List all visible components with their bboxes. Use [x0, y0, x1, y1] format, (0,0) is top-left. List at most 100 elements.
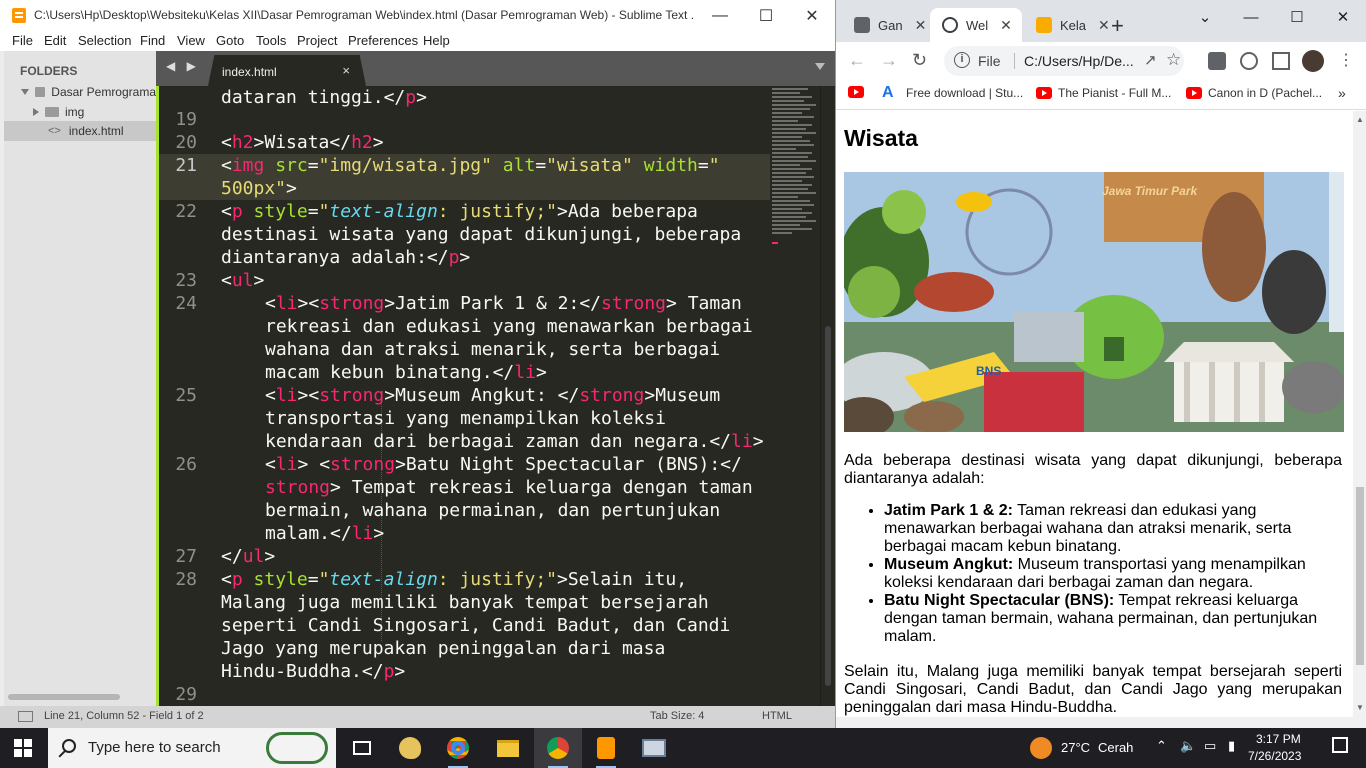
close-tab-icon[interactable]: ✕: [915, 17, 927, 34]
avatar[interactable]: [1302, 50, 1324, 72]
scroll-up-icon[interactable]: ▲: [1356, 115, 1364, 124]
file-explorer-icon[interactable]: [484, 728, 532, 768]
bookmark-item[interactable]: [848, 86, 870, 98]
star-icon[interactable]: ☆: [1166, 50, 1181, 70]
menu-file[interactable]: File: [12, 33, 33, 48]
info-icon[interactable]: i: [954, 52, 970, 68]
chrome-icon[interactable]: [434, 728, 482, 768]
close-tab-icon[interactable]: ✕: [1098, 17, 1110, 34]
sidebar-folder-img[interactable]: img: [4, 102, 156, 122]
bookmarks-overflow-icon[interactable]: »: [1338, 85, 1346, 101]
task-view-icon[interactable]: [338, 728, 386, 768]
chevron-up-icon[interactable]: ⌃: [1156, 738, 1167, 754]
menu-selection[interactable]: Selection: [78, 33, 131, 48]
menu-preferences[interactable]: Preferences: [348, 33, 418, 48]
tab-menu-icon[interactable]: [815, 63, 825, 70]
remote-desktop-icon[interactable]: [630, 728, 678, 768]
chevron-down-icon[interactable]: [21, 89, 29, 95]
line-number: 26: [175, 454, 197, 475]
back-icon[interactable]: ←: [848, 50, 866, 71]
code-line-current: 21 <img src="img/wisata.jpg" alt="wisata"…: [159, 154, 770, 200]
clock-time[interactable]: 3:17 PM: [1256, 732, 1301, 746]
menu-bar: File Edit Selection Find View Goto Tools…: [0, 31, 835, 51]
taskbar-search[interactable]: Type here to search: [48, 728, 336, 768]
scrollbar-thumb[interactable]: [1356, 487, 1364, 665]
battery-icon[interactable]: ▮: [1228, 738, 1235, 754]
panel-toggle-icon[interactable]: [18, 711, 33, 722]
volume-icon[interactable]: 🔈: [1180, 738, 1196, 754]
folder-icon: [45, 107, 59, 117]
menu-tools[interactable]: Tools: [256, 33, 286, 48]
code-line: 26 <li> <strong>Batu Night Spectacular (B…: [159, 453, 770, 476]
minimap[interactable]: [770, 86, 820, 706]
notification-icon[interactable]: [1332, 737, 1348, 753]
page-scrollbar[interactable]: ▲ ▼: [1353, 111, 1366, 717]
bookmark-item[interactable]: A Free download | Stu...: [882, 85, 1023, 101]
code-line: 25 <li><strong>Museum Angkut: </strong>Mu…: [159, 384, 770, 407]
tab-close-icon[interactable]: ×: [342, 63, 350, 78]
tab-search-icon[interactable]: ⌄: [1182, 4, 1228, 30]
clock-date[interactable]: 7/26/2023: [1248, 749, 1301, 763]
syntax-mode[interactable]: HTML: [762, 710, 792, 722]
scroll-down-icon[interactable]: ▼: [1356, 703, 1364, 712]
minimize-button[interactable]: —: [1228, 4, 1274, 30]
tab-size[interactable]: Tab Size: 4: [650, 710, 704, 722]
close-button[interactable]: ✕: [789, 0, 835, 31]
address-bar[interactable]: i File C:/Users/Hp/De... ↗: [944, 46, 1184, 76]
intro-paragraph: Ada beberapa destinasi wisata yang dapat…: [844, 452, 1342, 487]
code-editor[interactable]: dataran tinggi.</p> 19 20 <h2>Wisata</h2>…: [159, 86, 770, 706]
menu-find[interactable]: Find: [140, 33, 165, 48]
maximize-button[interactable]: ☐: [1274, 4, 1320, 30]
tab-nav-arrows-icon[interactable]: ◀ ▶: [166, 59, 200, 73]
sidebar-item-label: img: [65, 105, 85, 119]
menu-project[interactable]: Project: [297, 33, 337, 48]
code-line-wrap: wahana dan atraksi menarik, serta berbag…: [265, 339, 721, 360]
menu-edit[interactable]: Edit: [44, 33, 66, 48]
page-viewport[interactable]: Wisata Jawa Timur Park BNS Ada beberapa …: [836, 111, 1353, 717]
code-line: 28 <p style="text-align: justify;">Selain…: [159, 568, 770, 591]
menu-help[interactable]: Help: [423, 33, 450, 48]
sidebar-scrollbar[interactable]: [8, 694, 120, 700]
bookmark-item[interactable]: The Pianist - Full M...: [1036, 86, 1171, 100]
side-panel-icon[interactable]: [1272, 52, 1290, 70]
menu-dots-icon[interactable]: ⋮: [1338, 50, 1354, 70]
share-icon[interactable]: ↗: [1144, 51, 1157, 69]
sidebar-file-index[interactable]: <> index.html: [4, 121, 156, 141]
editor-scrollbar[interactable]: [820, 86, 835, 706]
performance-icon[interactable]: [1240, 52, 1258, 70]
windows-start-icon[interactable]: [14, 739, 32, 757]
new-tab-button[interactable]: +: [1111, 13, 1124, 39]
sublime-text-icon[interactable]: [582, 728, 630, 768]
weather-text[interactable]: Cerah: [1098, 740, 1133, 755]
reload-icon[interactable]: ↻: [912, 50, 927, 71]
weather-icon[interactable]: [1030, 737, 1052, 759]
browser-tab[interactable]: Kela ✕: [1024, 8, 1110, 42]
paint-icon[interactable]: [386, 728, 434, 768]
weather-temp[interactable]: 27°C: [1061, 740, 1090, 755]
scrollbar-thumb[interactable]: [825, 326, 831, 686]
maximize-button[interactable]: ☐: [743, 0, 789, 31]
bookmark-item[interactable]: Canon in D (Pachel...: [1186, 86, 1322, 100]
cursor-position: Line 21, Column 52 - Field 1 of 2: [44, 710, 204, 722]
chrome-profile-icon[interactable]: [534, 728, 582, 768]
code-line-wrap: Jago yang merupakan peninggalan dari mas…: [221, 638, 666, 659]
code-line-wrap: kendaraan dari berbagai zaman dan negara…: [265, 431, 764, 452]
tab-index-html[interactable]: index.html ×: [208, 55, 366, 86]
menu-goto[interactable]: Goto: [216, 33, 244, 48]
extensions-icon[interactable]: [1208, 52, 1226, 70]
browser-tab[interactable]: Gan ✕: [842, 8, 928, 42]
close-tab-icon[interactable]: ✕: [1000, 17, 1012, 34]
menu-view[interactable]: View: [177, 33, 205, 48]
minimize-button[interactable]: —: [697, 0, 743, 31]
line-number: 25: [175, 385, 197, 406]
close-button[interactable]: ✕: [1320, 4, 1366, 30]
url-text[interactable]: C:/Users/Hp/De...: [1024, 53, 1136, 69]
code-line-wrap: macam kebun binatang.</li>: [265, 362, 547, 383]
code-line-wrap: bermain, wahana permainan, dan pertunjuk…: [265, 500, 721, 521]
browser-tab-active[interactable]: Wel ✕: [930, 8, 1022, 42]
network-icon[interactable]: ▭: [1204, 738, 1216, 754]
sidebar-folder-root[interactable]: Dasar Pemrograma: [4, 82, 156, 102]
chevron-right-icon[interactable]: [33, 108, 39, 116]
forward-icon[interactable]: →: [880, 50, 898, 71]
code-file-icon: <>: [48, 125, 61, 137]
